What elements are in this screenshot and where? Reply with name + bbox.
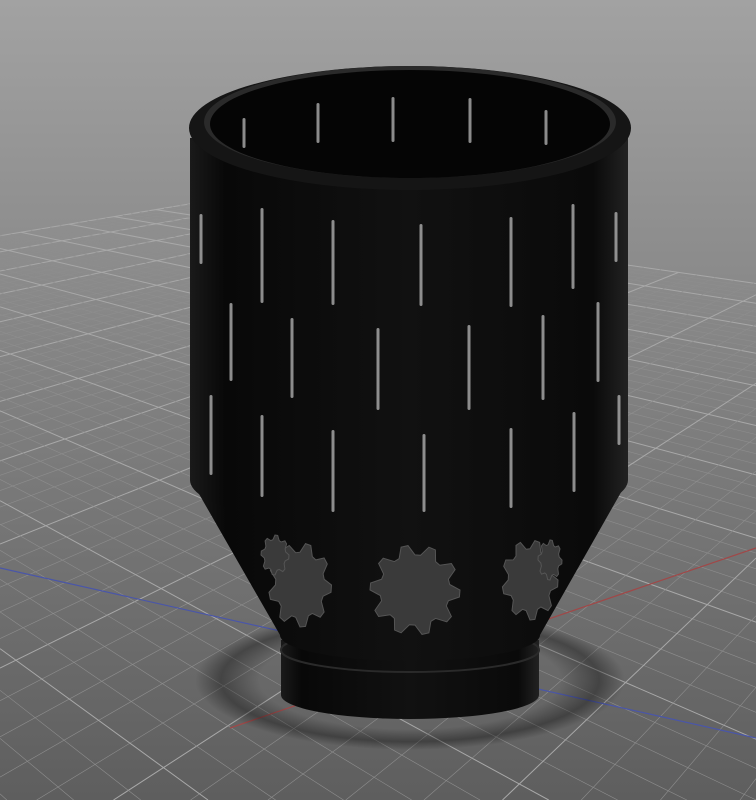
vent-slot	[422, 434, 426, 512]
gear-cutout	[537, 539, 563, 581]
vent-slot	[391, 97, 395, 142]
vent-slot	[509, 428, 513, 508]
vent-slot	[419, 224, 423, 306]
vent-slot	[544, 110, 548, 145]
vent-slot	[242, 118, 246, 148]
vent-slot	[617, 395, 621, 445]
vent-slot	[331, 220, 335, 305]
vent-slot	[331, 430, 335, 512]
cad-viewport[interactable]	[0, 0, 756, 800]
vent-slot	[572, 412, 576, 492]
vent-slot	[209, 395, 213, 475]
vent-slot	[260, 415, 264, 497]
vent-slot	[509, 217, 513, 307]
vent-slot	[571, 204, 575, 289]
vent-slot	[596, 302, 600, 382]
vent-slot	[260, 208, 264, 303]
3d-scene[interactable]	[0, 0, 756, 800]
vent-slot	[229, 303, 233, 381]
vent-slot	[468, 98, 472, 143]
gear-cutout	[260, 534, 290, 576]
vent-slot	[316, 103, 320, 143]
vent-slot	[376, 328, 380, 410]
vent-slot	[467, 325, 471, 410]
cup-opening	[210, 70, 610, 178]
vent-slot	[614, 212, 618, 262]
vent-slot	[290, 318, 294, 398]
main-cylinder	[190, 138, 628, 530]
vent-slot	[541, 315, 545, 400]
vent-slot	[199, 214, 203, 264]
